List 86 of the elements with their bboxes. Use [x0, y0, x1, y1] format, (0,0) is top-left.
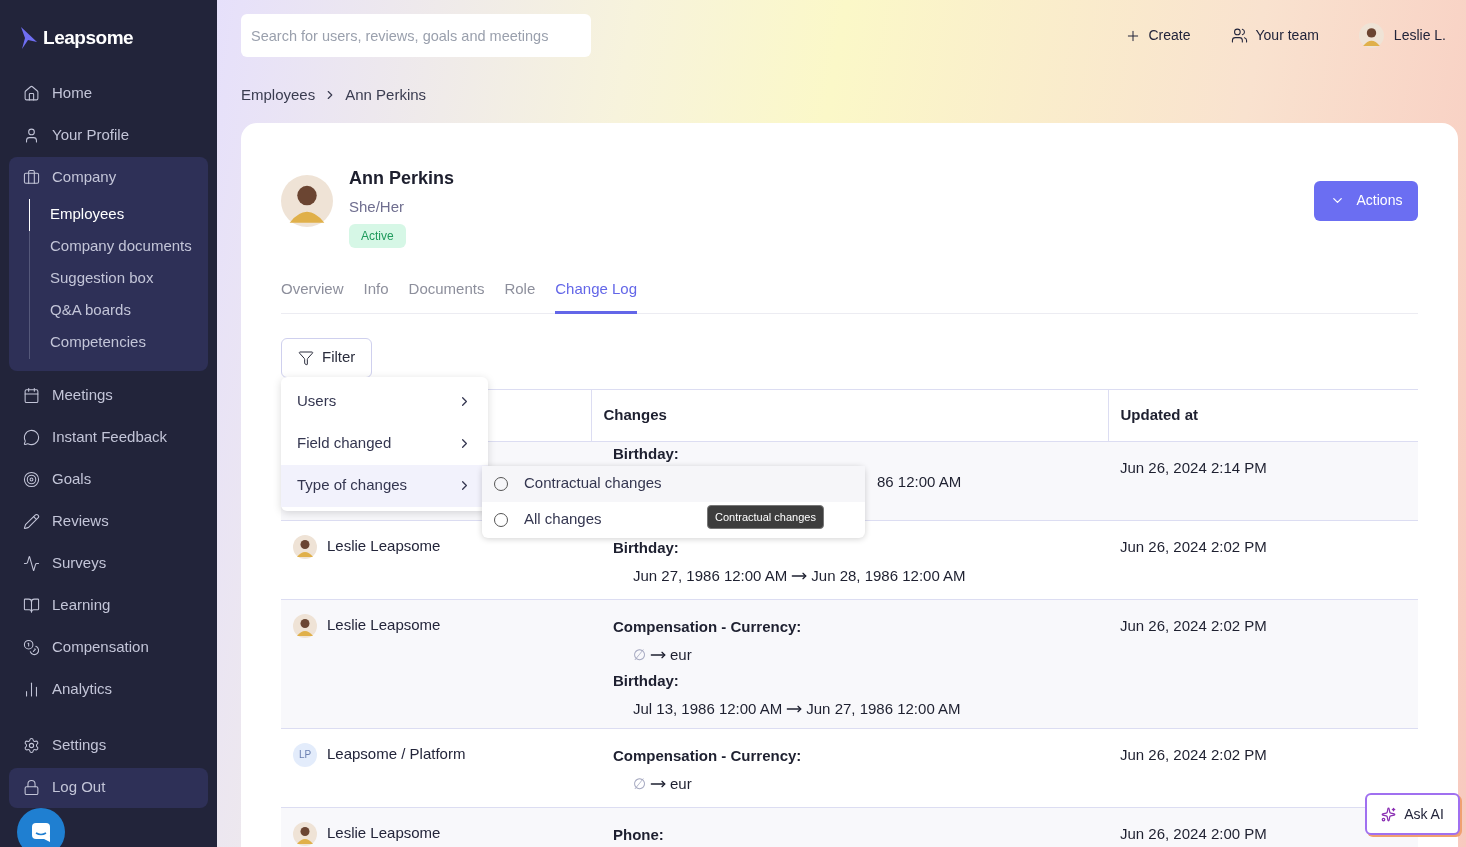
column-header: Updated at — [1108, 389, 1418, 441]
nav-item[interactable]: Compensation — [9, 626, 208, 669]
nav-subitem[interactable]: Employees — [29, 198, 208, 231]
change-value: 86 12:00 AM — [877, 472, 962, 490]
tab[interactable]: Change Log — [555, 278, 638, 314]
nav-icon — [23, 779, 40, 796]
nav-item[interactable]: Learning — [9, 584, 208, 627]
old-value: ∅ — [633, 645, 646, 664]
change-field-label: Birthday: — [613, 444, 679, 463]
change-field-label: Birthday: — [613, 671, 679, 690]
user-avatar — [293, 821, 317, 846]
nav-subitem[interactable]: Q&A boards — [29, 294, 208, 327]
nav-item[interactable]: Meetings — [9, 374, 208, 417]
nav-item[interactable]: Goals — [9, 458, 208, 501]
user-avatar — [1358, 23, 1384, 48]
filter-icon — [298, 349, 314, 366]
old-value: ∅ — [633, 774, 646, 793]
tooltip: Contractual changes — [707, 504, 824, 529]
ask-ai-button[interactable]: Ask AI — [1365, 793, 1460, 835]
updated-at: Jun 26, 2024 2:02 PM — [1120, 745, 1267, 763]
nav-item[interactable]: Settings — [9, 725, 208, 766]
nav-icon — [23, 471, 40, 488]
nav-item[interactable]: Analytics — [9, 668, 208, 711]
user-avatar — [293, 613, 317, 638]
logo-bird-icon — [19, 26, 39, 51]
nav-subitem[interactable]: Suggestion box — [29, 262, 208, 295]
sparkle-icon — [1381, 806, 1397, 822]
user-initials-avatar: LP — [293, 742, 317, 767]
logo-wordmark: Leapsome — [43, 26, 134, 50]
your-team-button[interactable]: Your team — [1230, 25, 1319, 46]
user-name: Leslie Leapsome — [327, 536, 441, 557]
user-avatar — [293, 534, 317, 559]
submenu-item[interactable]: Contractual changes — [482, 465, 865, 502]
nav-icon — [23, 597, 40, 614]
nav-item[interactable]: Log Out — [9, 767, 208, 808]
new-value: eur — [670, 645, 692, 664]
filter-menu-item[interactable]: Users — [281, 380, 488, 423]
user-name: Leslie Leapsome — [327, 823, 441, 844]
nav-icon — [23, 127, 40, 144]
nav-icon — [23, 387, 40, 404]
actions-button[interactable]: Actions — [1314, 180, 1418, 221]
search-field[interactable]: Search for users, reviews, goals and meetings — [241, 14, 591, 57]
breadcrumb-link[interactable]: Employees — [241, 84, 316, 107]
new-value: Jun 27, 1986 12:00 AM — [806, 699, 961, 718]
people-icon — [1230, 27, 1248, 44]
user-name: Leapsome / Platform — [327, 744, 466, 765]
nav-icon — [23, 85, 40, 102]
filter-menu-item[interactable]: Type of changes — [281, 464, 488, 507]
new-value: Jun 28, 1986 12:00 AM — [811, 566, 966, 585]
nav-icon — [23, 681, 40, 698]
nav-item[interactable]: Home — [9, 72, 208, 115]
change-field-label: Compensation - Currency: — [613, 617, 802, 636]
updated-at: Jun 26, 2024 2:02 PM — [1120, 616, 1267, 634]
updated-at: Jun 26, 2024 2:14 PM — [1120, 458, 1267, 476]
nav-item[interactable]: Your Profile — [9, 114, 208, 157]
nav-item[interactable]: Company — [9, 156, 208, 199]
updated-at: Jun 26, 2024 2:02 PM — [1120, 537, 1267, 555]
nav-icon — [23, 429, 40, 446]
nav-icon — [23, 169, 40, 186]
column-header: Changes — [591, 389, 1108, 441]
nav-subitem[interactable]: Company documents — [29, 230, 208, 263]
status-badge: Active — [349, 224, 406, 248]
nav-item[interactable]: Reviews — [9, 500, 208, 543]
create-button[interactable]: Create — [1124, 25, 1191, 46]
nav-item[interactable]: Surveys — [9, 542, 208, 585]
employee-avatar — [281, 174, 333, 227]
user-menu[interactable]: Leslie L. — [1358, 23, 1446, 48]
user-name: Leslie Leapsome — [327, 615, 441, 636]
change-field-label: Birthday: — [613, 538, 679, 557]
change-field-label: Phone: — [613, 825, 664, 844]
nav-icon — [23, 639, 40, 656]
employee-pronouns: She/Her — [349, 196, 406, 217]
nav-subitem[interactable]: Competencies — [29, 326, 208, 359]
nav-item[interactable]: Instant Feedback — [9, 416, 208, 459]
employee-name: Ann Perkins — [349, 166, 455, 190]
breadcrumb-current: Ann Perkins — [345, 85, 427, 105]
old-value: Jun 27, 1986 12:00 AM — [633, 566, 788, 585]
chat-icon — [30, 821, 52, 843]
filter-menu-item[interactable]: Field changed — [281, 422, 488, 465]
nav-icon — [23, 555, 40, 572]
nav-icon — [23, 513, 40, 530]
nav-icon — [23, 737, 40, 754]
updated-at: Jun 26, 2024 2:00 PM — [1120, 824, 1267, 842]
old-value: Jul 13, 1986 12:00 AM — [633, 699, 783, 718]
change-field-label: Compensation - Currency: — [613, 746, 802, 765]
new-value: eur — [670, 774, 692, 793]
